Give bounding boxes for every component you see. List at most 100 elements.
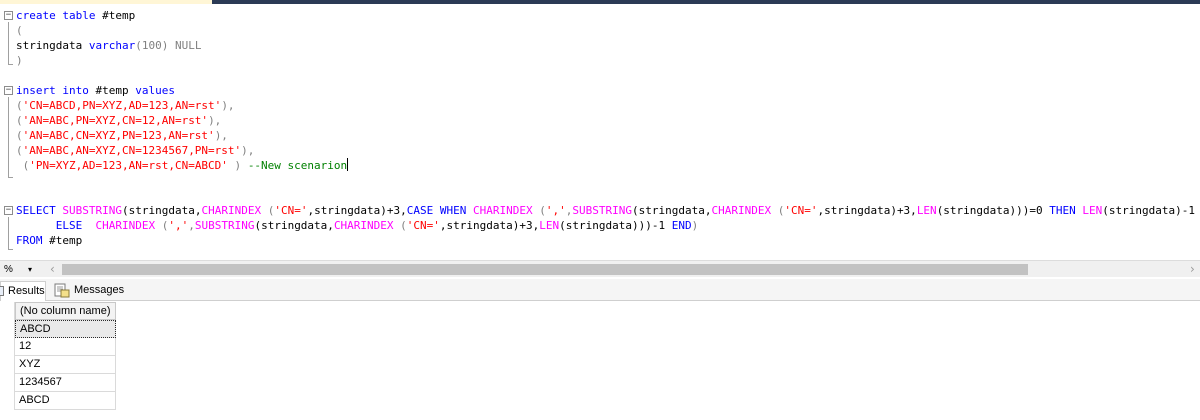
code-line: ('AN=ABC,PN=XYZ,CN=12,AN=rst'), (0, 113, 1200, 128)
string-literal: ',' (168, 219, 189, 232)
tab-messages[interactable]: Messages (49, 281, 125, 301)
code-text: (stringdata)))=0 (936, 204, 1050, 217)
row-header[interactable] (0, 320, 15, 338)
function-name: LEN (1082, 204, 1103, 217)
code-line: ( (0, 23, 1200, 38)
null-keyword: NULL (174, 39, 202, 52)
function-name: SUBSTRING (194, 219, 255, 232)
code-line: ELSE CHARINDEX (',',SUBSTRING(stringdata… (0, 218, 1200, 233)
code-text: , (188, 219, 195, 232)
function-name: CHARINDEX (333, 219, 394, 232)
string-literal: 'CN=' (274, 204, 308, 217)
table-cell[interactable]: XYZ (15, 356, 116, 374)
code-line: stringdata varchar(100) NULL (0, 38, 1200, 53)
paren: ), (208, 114, 222, 127)
code-line: − SELECT SUBSTRING(stringdata,CHARINDEX … (0, 203, 1200, 218)
text-caret (347, 158, 349, 171)
tab-results-label: Results (8, 285, 45, 297)
chevron-down-icon: ▾ (28, 265, 33, 274)
results-tab-bar: Results Messages (0, 279, 1200, 301)
comment: --New scenarion (247, 159, 348, 172)
code-text: (stringdata)-1 (1102, 204, 1195, 217)
row-header[interactable] (0, 374, 15, 392)
code-text: ( (16, 24, 23, 37)
data-type: varchar (88, 39, 136, 52)
keyword: FROM (16, 234, 43, 247)
paren: ( (771, 204, 785, 217)
messages-icon (54, 283, 70, 298)
keyword: create table (16, 9, 96, 22)
zoom-dropdown[interactable]: % ▾ (2, 262, 42, 277)
code-text: (stringdata)))-1 (559, 219, 672, 232)
paren: ( (16, 129, 23, 142)
keyword: ELSE (16, 219, 83, 232)
scroll-left-icon[interactable]: ‹ (50, 262, 55, 277)
paren: ( (16, 144, 23, 157)
paren: ( (261, 204, 275, 217)
keyword: insert into (16, 84, 89, 97)
tab-results[interactable]: Results (0, 281, 46, 301)
function-name: CHARINDEX (95, 219, 156, 232)
string-literal: 'AN=ABC,CN=XYZ,PN=123,AN=rst' (22, 129, 215, 142)
code-text: ,stringdata)+3, (817, 204, 917, 217)
column-name: stringdata (16, 39, 89, 52)
collapse-icon[interactable]: − (4, 86, 13, 95)
paren: ), (214, 129, 228, 142)
type-size: (100) (135, 39, 175, 52)
string-literal: 'AN=ABC,PN=XYZ,CN=12,AN=rst' (22, 114, 209, 127)
scroll-right-icon[interactable]: › (1190, 262, 1195, 277)
paren: ( (16, 114, 23, 127)
row-header[interactable] (0, 338, 15, 356)
code-line: ('PN=XYZ,AD=123,AN=rst,CN=ABCD' ) --New … (0, 158, 1200, 173)
code-text: (stringdata, (254, 219, 334, 232)
string-literal: 'CN=ABCD,PN=XYZ,AD=123,AN=rst' (22, 99, 222, 112)
table-cell[interactable]: ABCD (15, 392, 116, 410)
function-name: CHARINDEX (201, 204, 262, 217)
column-header[interactable]: (No column name) (15, 302, 116, 320)
code-line: FROM #temp (0, 233, 1200, 248)
code-text: (stringdata, (121, 204, 202, 217)
code-text: ,stringdata)+3, (439, 219, 540, 232)
table-cell[interactable]: 12 (15, 338, 116, 356)
keyword: CASE WHEN (406, 204, 467, 217)
string-literal: 'PN=XYZ,AD=123,AN=rst,CN=ABCD' (29, 159, 228, 172)
results-grid[interactable]: (No column name) ABCD 12 XYZ 1234567 ABC… (0, 302, 1200, 420)
code-text: (stringdata, (632, 204, 712, 217)
collapse-icon[interactable]: − (4, 206, 13, 215)
code-text: ) (16, 54, 23, 67)
function-name: CHARINDEX (473, 204, 533, 217)
table-cell[interactable]: 1234567 (15, 374, 116, 392)
keyword: THEN (1049, 204, 1076, 217)
function-name: LEN (539, 219, 560, 232)
code-line: − create table #temp (0, 8, 1200, 23)
tab-messages-label: Messages (74, 284, 125, 296)
paren: ( (532, 204, 546, 217)
function-name: SUBSTRING (572, 204, 632, 217)
code-text: #temp (42, 234, 83, 247)
keyword: END (671, 219, 692, 232)
table-cell[interactable]: ABCD (15, 320, 116, 338)
code-text: #temp (95, 9, 136, 22)
editor-horizontal-bar: % ▾ ‹ › (0, 260, 1200, 277)
string-literal: 'CN=' (784, 204, 818, 217)
query-editor[interactable]: − create table #temp ( stringdata varcha… (0, 4, 1200, 258)
paren: ( (16, 99, 23, 112)
string-literal: 'AN=ABC,AN=XYZ,CN=1234567,PN=rst' (22, 144, 242, 157)
function-name: CHARINDEX (711, 204, 772, 217)
code-line: ('CN=ABCD,PN=XYZ,AD=123,AN=rst'), (0, 98, 1200, 113)
grid-corner (0, 302, 15, 320)
paren: ( (393, 219, 407, 232)
collapse-icon[interactable]: − (4, 11, 13, 20)
function-name: SUBSTRING (62, 204, 122, 217)
row-header[interactable] (0, 392, 15, 410)
keyword: SELECT (16, 204, 56, 217)
code-line: ) (0, 53, 1200, 68)
paren: ), (221, 99, 235, 112)
horizontal-scrollbar-thumb[interactable] (62, 264, 1028, 275)
function-name: LEN (916, 204, 937, 217)
code-text: #temp (88, 84, 136, 97)
code-text: ,stringdata)+3, (307, 204, 407, 217)
string-literal: 'CN=' (406, 219, 440, 232)
row-header[interactable] (0, 356, 15, 374)
paren: ) (227, 159, 248, 172)
